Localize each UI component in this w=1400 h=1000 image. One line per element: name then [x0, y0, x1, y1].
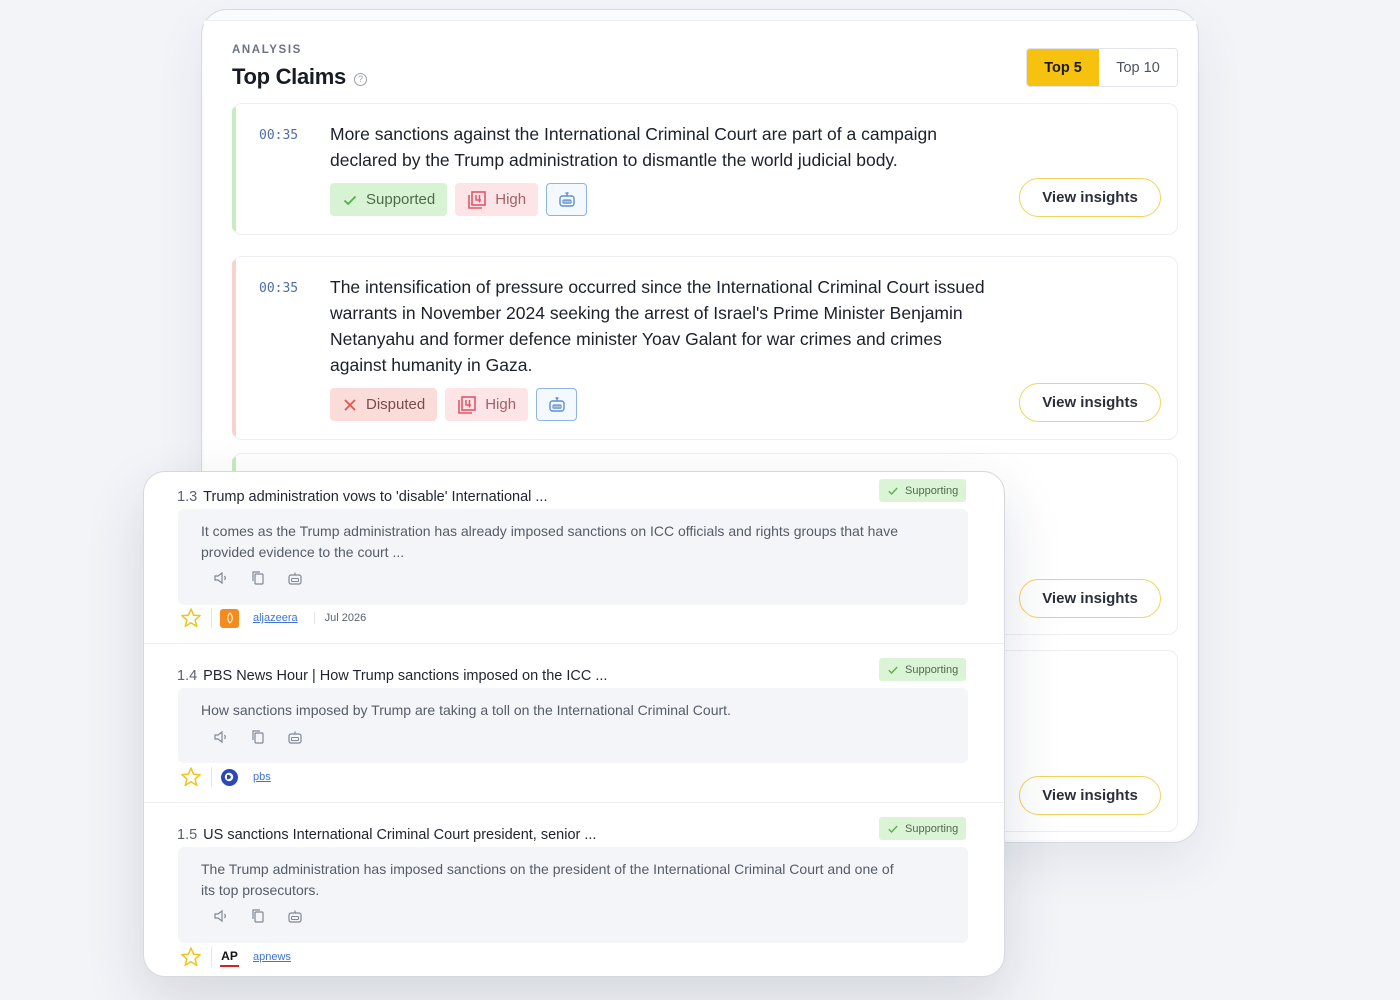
claim-timestamp[interactable]: 00:35: [259, 281, 298, 296]
source-number: 1.5: [177, 827, 198, 843]
section-eyebrow: ANALYSIS: [232, 44, 302, 56]
robot-icon: [548, 396, 565, 412]
priority-label: High: [485, 396, 517, 413]
claim-badges: Disputed High: [330, 388, 578, 421]
sources-popover: 1.3 Trump administration vows to 'disable…: [143, 471, 1005, 977]
top-count-toggle: Top 5 Top 10: [1026, 48, 1178, 87]
star-icon[interactable]: [180, 607, 202, 629]
priority-badge-icon: [468, 190, 487, 209]
view-insights-button[interactable]: View insights: [1019, 776, 1161, 815]
source-link[interactable]: apnews: [253, 951, 291, 963]
copy-icon[interactable]: [249, 569, 266, 586]
speaker-icon[interactable]: [212, 569, 229, 586]
source-number: 1.4: [177, 668, 198, 684]
stance-label: Supporting: [905, 663, 959, 676]
source-title[interactable]: 1.4 PBS News Hour | How Trump sanctions i…: [177, 668, 607, 684]
source-meta: AP apnews: [180, 946, 291, 968]
check-icon: [888, 825, 898, 833]
title-row: Top Claims ?: [232, 64, 367, 90]
source-item: 1.3 Trump administration vows to 'disable…: [144, 472, 1004, 644]
ai-assist-button[interactable]: [536, 388, 578, 421]
priority-badge: High: [445, 388, 529, 421]
priority-badge: High: [455, 183, 539, 216]
check-icon: [888, 487, 898, 495]
snippet-actions: [212, 569, 303, 586]
source-title-text: PBS News Hour | How Trump sanctions impo…: [203, 668, 608, 684]
source-link[interactable]: aljazeera: [253, 612, 298, 624]
source-date: Jul 2026: [313, 612, 366, 624]
source-title[interactable]: 1.3 Trump administration vows to 'disable…: [177, 489, 547, 505]
view-insights-button[interactable]: View insights: [1019, 178, 1161, 217]
source-title[interactable]: 1.5 US sanctions International Criminal C…: [177, 827, 596, 843]
stance-label: Supporting: [905, 484, 959, 497]
speaker-icon[interactable]: [212, 728, 229, 745]
aljazeera-logo: [220, 608, 239, 628]
snippet-text: How sanctions imposed by Trump are takin…: [201, 702, 731, 718]
ap-logo: AP: [220, 947, 239, 967]
verdict-badge: Disputed: [330, 388, 438, 421]
source-title-text: US sanctions International Criminal Cour…: [203, 827, 597, 843]
claim-text: More sanctions against the International…: [330, 124, 937, 170]
source-snippet: The Trump administration has imposed san…: [178, 847, 968, 943]
source-number: 1.3: [177, 489, 198, 505]
check-icon: [888, 666, 898, 674]
verdict-label: Supported: [366, 191, 436, 208]
divider: [211, 608, 212, 628]
claim-badges: Supported High: [330, 183, 588, 216]
robot-icon[interactable]: [286, 728, 303, 745]
stance-badge: Supporting: [879, 817, 967, 840]
ai-assist-button[interactable]: [546, 183, 588, 216]
star-icon[interactable]: [180, 946, 202, 968]
source-meta: pbs: [180, 766, 271, 788]
claim-text: The intensification of pressure occurred…: [330, 277, 985, 375]
robot-icon: [558, 191, 575, 207]
snippet-actions: [212, 907, 303, 924]
pbs-logo: [220, 767, 239, 787]
source-link[interactable]: pbs: [253, 771, 271, 783]
top5-button[interactable]: Top 5: [1027, 49, 1099, 86]
claim-card: 00:35 The intensification of pressure oc…: [232, 256, 1178, 440]
snippet-text: It comes as the Trump administration has…: [201, 523, 898, 560]
divider: [211, 767, 212, 787]
snippet-text: The Trump administration has imposed san…: [201, 861, 894, 898]
divider: [211, 947, 212, 967]
copy-icon[interactable]: [249, 728, 266, 745]
robot-icon[interactable]: [286, 907, 303, 924]
claim-timestamp[interactable]: 00:35: [259, 128, 298, 143]
priority-badge-icon: [458, 395, 477, 414]
stance-badge: Supporting: [879, 658, 967, 681]
view-insights-button[interactable]: View insights: [1019, 383, 1161, 422]
source-snippet: It comes as the Trump administration has…: [178, 509, 968, 605]
source-meta: aljazeera Jul 2026: [180, 607, 366, 629]
question-circle-icon[interactable]: ?: [353, 72, 367, 86]
stance-label: Supporting: [905, 822, 959, 835]
page-title: Top Claims: [232, 64, 346, 89]
copy-icon[interactable]: [249, 907, 266, 924]
claim-card: 00:35 More sanctions against the Interna…: [232, 103, 1178, 235]
verdict-label: Disputed: [366, 396, 426, 413]
source-item: 1.5 US sanctions International Criminal C…: [144, 803, 1004, 976]
speaker-icon[interactable]: [212, 907, 229, 924]
source-item: 1.4 PBS News Hour | How Trump sanctions i…: [144, 644, 1004, 803]
source-title-text: Trump administration vows to 'disable' I…: [203, 489, 548, 505]
robot-icon[interactable]: [286, 569, 303, 586]
check-icon: [343, 195, 357, 205]
source-snippet: How sanctions imposed by Trump are takin…: [178, 688, 968, 763]
top10-button[interactable]: Top 10: [1099, 49, 1177, 86]
priority-label: High: [495, 191, 527, 208]
x-icon: [344, 398, 356, 411]
verdict-badge: Supported: [330, 183, 448, 216]
star-icon[interactable]: [180, 766, 202, 788]
view-insights-button[interactable]: View insights: [1019, 579, 1161, 618]
stance-badge: Supporting: [879, 479, 967, 502]
snippet-actions: [212, 728, 303, 745]
